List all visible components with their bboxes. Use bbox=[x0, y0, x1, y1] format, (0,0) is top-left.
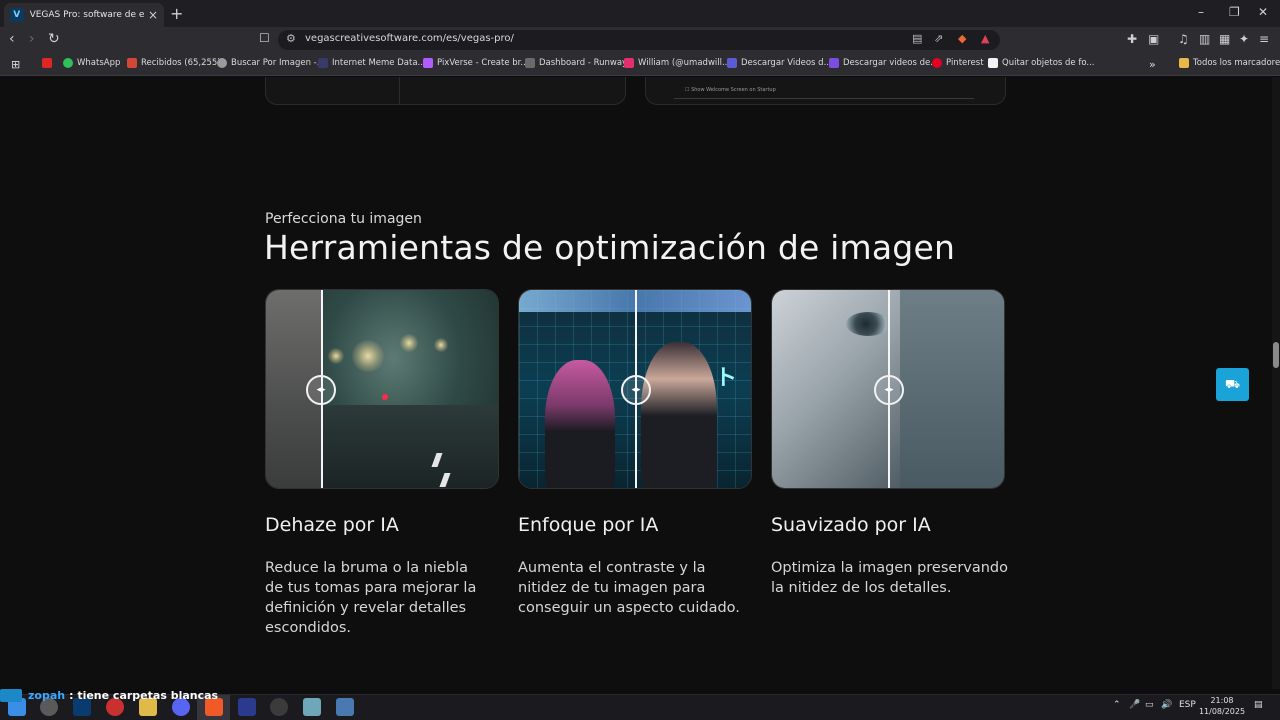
microphone-icon[interactable]: 🎤 bbox=[1129, 700, 1140, 710]
smooth-comparison-image[interactable]: ◂▸ bbox=[771, 289, 1005, 489]
sharpen-title: Enfoque por IA bbox=[518, 514, 659, 536]
chat-username: zopah bbox=[28, 689, 66, 702]
volume-icon[interactable]: 🔊 bbox=[1161, 700, 1172, 710]
scroll-thumb[interactable] bbox=[1273, 342, 1279, 368]
wallet-icon[interactable]: ▦ bbox=[1219, 32, 1230, 46]
tab-title: VEGAS Pro: software de edición bbox=[29, 10, 144, 20]
share-icon[interactable]: ⇗ bbox=[934, 32, 943, 45]
chat-badge-icon bbox=[0, 689, 22, 702]
sidebar-icon[interactable]: ▥ bbox=[1199, 32, 1210, 46]
meme-db-icon bbox=[318, 58, 328, 68]
network-icon[interactable]: ▭ bbox=[1145, 700, 1154, 710]
notifications-icon[interactable]: ▤ bbox=[1254, 700, 1263, 710]
bookmark-runway[interactable]: Dashboard - Runway bbox=[525, 58, 627, 68]
dehaze-comparison-image[interactable]: ◂▸ bbox=[265, 289, 499, 489]
bookmark-download-videos-2[interactable]: Descargar videos de... bbox=[829, 58, 938, 68]
pixverse-icon bbox=[423, 58, 433, 68]
more-bookmarks-icon[interactable]: » bbox=[1149, 58, 1156, 71]
startup-checkbox-label: ☐ Show Welcome Screen on Startup bbox=[685, 87, 776, 93]
smooth-description: Optimiza la imagen preservando la nitide… bbox=[771, 560, 1009, 596]
vegas-icon[interactable] bbox=[238, 698, 256, 716]
download-site-icon bbox=[829, 58, 839, 68]
tray-expand-icon[interactable]: ⌃ bbox=[1113, 700, 1121, 710]
app-icon[interactable] bbox=[303, 698, 321, 716]
drag-handle-icon[interactable]: ◂▸ bbox=[621, 375, 651, 405]
leo-ai-icon[interactable]: ✦ bbox=[1239, 32, 1249, 46]
language-indicator[interactable]: ESP bbox=[1179, 700, 1196, 710]
dehaze-after-image bbox=[322, 290, 498, 488]
all-bookmarks-folder[interactable]: Todos los marcadores bbox=[1179, 58, 1280, 68]
apps-grid-icon[interactable]: ⊞ bbox=[11, 58, 20, 71]
pinterest-icon bbox=[932, 58, 942, 68]
obs-icon[interactable] bbox=[270, 698, 288, 716]
bookmark-icon[interactable]: ☐ bbox=[259, 31, 270, 45]
media-icon[interactable]: ♫ bbox=[1178, 32, 1189, 46]
whatsapp-icon bbox=[63, 58, 73, 68]
dehaze-description: Reduce la bruma o la niebla de tus tomas… bbox=[265, 560, 477, 636]
youtube-bookmark[interactable] bbox=[42, 58, 56, 68]
dehaze-title: Dehaze por IA bbox=[265, 514, 399, 536]
folder-icon bbox=[1179, 58, 1189, 68]
section-eyebrow: Perfecciona tu imagen bbox=[265, 211, 422, 227]
youtube-icon bbox=[42, 58, 52, 68]
vegas-favicon-icon: V bbox=[10, 8, 24, 22]
cart-icon[interactable]: ⛟ bbox=[1216, 368, 1249, 401]
scrollbar[interactable] bbox=[1272, 77, 1280, 689]
chat-message: : tiene carpetas blancas bbox=[69, 689, 219, 702]
reader-mode-icon[interactable]: ▤ bbox=[912, 32, 922, 45]
previous-card-left bbox=[265, 77, 626, 105]
bookmark-whatsapp[interactable]: WhatsApp bbox=[63, 58, 120, 68]
sharpen-comparison-image[interactable]: ト ◂▸ bbox=[518, 289, 752, 489]
instagram-icon bbox=[624, 58, 634, 68]
new-tab-icon[interactable]: + bbox=[170, 4, 183, 23]
download-site-icon bbox=[727, 58, 737, 68]
app-icon[interactable] bbox=[336, 698, 354, 716]
extensions-icon[interactable]: ✚ bbox=[1127, 32, 1137, 46]
document-icon bbox=[988, 58, 998, 68]
url-text[interactable]: vegascreativesoftware.com/es/vegas-pro/ bbox=[305, 33, 514, 44]
section-heading: Herramientas de optimización de imagen bbox=[264, 228, 956, 267]
back-icon[interactable]: ‹ bbox=[9, 31, 15, 47]
forward-icon[interactable]: › bbox=[29, 31, 35, 47]
gmail-icon bbox=[127, 58, 137, 68]
divider bbox=[399, 77, 400, 104]
sharpen-description: Aumenta el contraste y la nitidez de tu … bbox=[518, 560, 740, 616]
minimize-icon[interactable]: – bbox=[1198, 5, 1204, 19]
brave-rewards-icon[interactable]: ▲ bbox=[981, 32, 989, 45]
bookmark-pixverse[interactable]: PixVerse - Create br... bbox=[423, 58, 529, 68]
chat-overlay: zopah : tiene carpetas blancas bbox=[0, 689, 218, 702]
bookmark-gmail[interactable]: Recibidos (65,255) bbox=[127, 58, 221, 68]
bookmark-instagram[interactable]: William (@umadwill... bbox=[624, 58, 730, 68]
tab-search-icon[interactable]: ▣ bbox=[1148, 32, 1159, 46]
brave-shield-icon[interactable]: ◆ bbox=[958, 32, 966, 45]
bookmark-pinterest[interactable]: Pinterest bbox=[932, 58, 984, 68]
bookmark-meme-db[interactable]: Internet Meme Data... bbox=[318, 58, 426, 68]
restore-icon[interactable]: ❐ bbox=[1229, 5, 1240, 19]
runway-icon bbox=[525, 58, 535, 68]
reload-icon[interactable]: ↻ bbox=[48, 31, 60, 47]
drag-handle-icon[interactable]: ◂▸ bbox=[874, 375, 904, 405]
system-clock[interactable]: 21:08 11/08/2025 bbox=[1198, 695, 1246, 717]
browser-tab[interactable]: V VEGAS Pro: software de edición × bbox=[4, 3, 164, 27]
smooth-title: Suavizado por IA bbox=[771, 514, 931, 536]
menu-icon[interactable]: ≡ bbox=[1259, 32, 1269, 46]
bookmark-remove-objects[interactable]: Quitar objetos de fo... bbox=[988, 58, 1095, 68]
bookmark-download-videos[interactable]: Descargar Videos d... bbox=[727, 58, 832, 68]
close-tab-icon[interactable]: × bbox=[148, 8, 158, 22]
tab-strip bbox=[0, 0, 1280, 27]
globe-icon bbox=[217, 58, 227, 68]
site-info-icon[interactable]: ⚙ bbox=[286, 32, 296, 45]
drag-handle-icon[interactable]: ◂▸ bbox=[306, 375, 336, 405]
close-window-icon[interactable]: ✕ bbox=[1258, 5, 1268, 19]
bookmark-image-search[interactable]: Buscar Por Imagen -... bbox=[217, 58, 325, 68]
